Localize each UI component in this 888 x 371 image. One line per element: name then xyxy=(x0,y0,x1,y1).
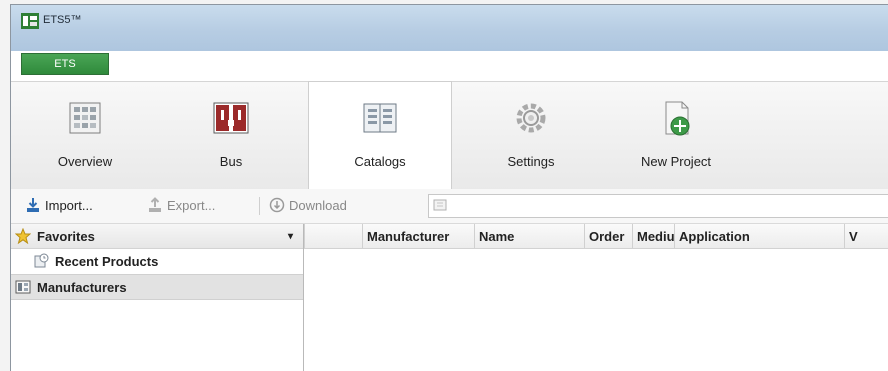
ribbon-settings-button[interactable]: Settings xyxy=(471,82,591,188)
ribbon-overview-button[interactable]: Overview xyxy=(25,82,145,188)
toolbar: Import... Export... Download xyxy=(11,189,888,224)
favorites-row[interactable]: Favorites ▾ xyxy=(11,224,303,249)
import-button[interactable]: Import... xyxy=(25,197,93,213)
export-label: Export... xyxy=(167,197,216,213)
search-box-icon xyxy=(433,199,447,211)
settings-icon xyxy=(516,103,546,133)
export-button[interactable]: Export... xyxy=(147,197,215,213)
favorites-label: Favorites xyxy=(37,228,95,244)
product-grid: Manufacturer Name Order Mediu Applicatio… xyxy=(304,224,888,371)
new-project-icon xyxy=(665,101,690,136)
import-icon xyxy=(27,198,39,212)
search-input[interactable] xyxy=(428,194,888,218)
import-label: Import... xyxy=(45,197,93,213)
manufacturers-label: Manufacturers xyxy=(37,279,127,295)
ribbon-catalogs-label: Catalogs xyxy=(354,154,406,169)
column-header-version[interactable]: V xyxy=(844,224,888,248)
recent-products-row[interactable]: Recent Products xyxy=(11,249,303,273)
export-icon xyxy=(149,197,161,212)
column-header-name[interactable]: Name xyxy=(474,224,584,248)
download-globe-icon xyxy=(269,197,285,213)
ribbon-overview-label: Overview xyxy=(57,154,113,169)
title-bar: ETS5™ xyxy=(11,5,888,51)
recent-products-label: Recent Products xyxy=(55,253,159,269)
ets-tab-label: ETS xyxy=(54,58,76,70)
star-icon xyxy=(15,228,31,244)
app-window: ETS5™ ETS Overview Bus Catalogs Settings… xyxy=(10,4,888,371)
manufacturers-row[interactable]: Manufacturers xyxy=(11,274,303,300)
catalogs-icon xyxy=(363,103,397,133)
recent-products-icon xyxy=(34,253,49,268)
column-header-application[interactable]: Application xyxy=(674,224,844,248)
ets-logo-icon xyxy=(21,13,39,29)
ribbon-settings-label: Settings xyxy=(507,154,555,169)
ribbon-catalogs-tab[interactable]: Catalogs xyxy=(308,81,452,190)
column-header-manufacturer[interactable]: Manufacturer xyxy=(362,224,474,248)
download-button[interactable]: Download xyxy=(269,197,347,213)
manufacturers-icon xyxy=(15,280,31,294)
overview-icon xyxy=(69,102,101,134)
column-header-medium[interactable]: Mediu xyxy=(632,224,674,248)
toolbar-separator xyxy=(259,197,260,215)
column-header-blank[interactable] xyxy=(304,224,362,248)
ribbon: Overview Bus Catalogs Settings New Proje… xyxy=(11,81,888,191)
ribbon-new-project-label: New Project xyxy=(640,154,712,169)
catalog-tree: Favorites ▾ Recent Products Manufacturer… xyxy=(11,224,304,371)
grid-header: Manufacturer Name Order Mediu Applicatio… xyxy=(304,224,888,249)
ets-tab-button[interactable]: ETS xyxy=(21,53,109,75)
ribbon-new-project-button[interactable]: New Project xyxy=(611,82,741,188)
dropdown-arrow-icon[interactable]: ▾ xyxy=(288,231,293,242)
ribbon-bus-button[interactable]: Bus xyxy=(171,82,291,188)
window-title: ETS5™ xyxy=(43,14,82,26)
ribbon-bus-label: Bus xyxy=(219,154,243,169)
download-label: Download xyxy=(289,197,347,213)
bus-icon xyxy=(213,102,249,134)
column-header-order[interactable]: Order xyxy=(584,224,632,248)
